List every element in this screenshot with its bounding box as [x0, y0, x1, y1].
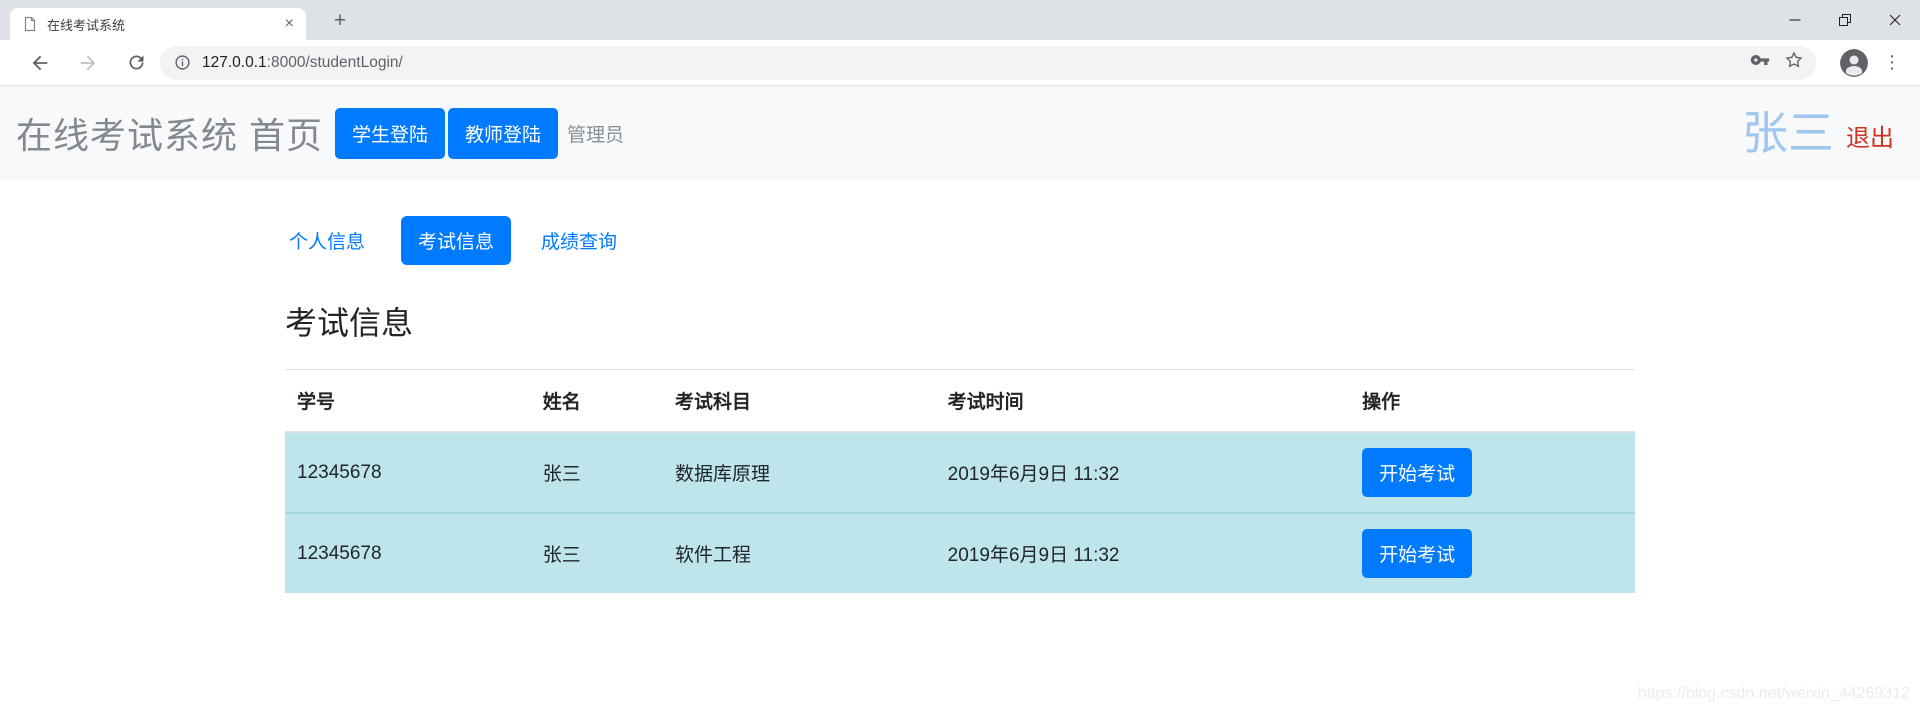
page-title: 考试信息: [285, 305, 414, 341]
table-row: 12345678 张三 数据库原理 2019年6月9日 11:32 开始考试: [285, 432, 1635, 513]
cell-time: 2019年6月9日 11:32: [935, 432, 1351, 513]
teacher-login-button[interactable]: 教师登陆: [448, 107, 559, 159]
col-subject: 考试科目: [662, 369, 936, 433]
student-tabs: 个人信息 考试信息 成绩查询: [285, 180, 1635, 265]
tab-title: 在线考试系统: [47, 17, 126, 33]
start-exam-button[interactable]: 开始考试: [1362, 448, 1473, 497]
new-tab-button[interactable]: +: [326, 7, 354, 35]
current-username: 张三: [1742, 106, 1834, 159]
col-time: 考试时间: [935, 369, 1351, 433]
site-info-icon[interactable]: [174, 54, 191, 71]
url-text[interactable]: 127.0.0.1:8000/studentLogin/: [202, 54, 1750, 72]
bookmark-star-icon[interactable]: [1784, 50, 1804, 75]
student-login-button[interactable]: 学生登陆: [335, 107, 446, 159]
url-host: 127.0.0.1: [202, 53, 267, 71]
col-name: 姓名: [530, 369, 663, 433]
url-path: :8000/studentLogin/: [266, 53, 403, 71]
admin-link[interactable]: 管理员: [567, 120, 624, 147]
window-controls: [1770, 0, 1920, 40]
profile-avatar-icon[interactable]: [1840, 48, 1868, 77]
start-exam-button[interactable]: 开始考试: [1362, 529, 1473, 578]
col-student-id: 学号: [285, 369, 531, 433]
page-icon: [22, 16, 38, 32]
reload-icon[interactable]: [124, 51, 148, 75]
tab-personal-info[interactable]: 个人信息: [285, 216, 381, 265]
window-minimize-button[interactable]: [1770, 0, 1820, 40]
window-close-button[interactable]: [1870, 0, 1920, 40]
cell-student-id: 12345678: [285, 512, 531, 593]
site-header: 在线考试系统 首页 学生登陆 教师登陆 管理员 张三 退出: [0, 86, 1920, 180]
cell-student-id: 12345678: [285, 432, 531, 513]
cell-name: 张三: [530, 432, 663, 513]
col-action: 操作: [1350, 369, 1635, 433]
csdn-watermark: https://blog.csdn.net/weixin_44269312: [1637, 685, 1910, 702]
exam-table: 学号 姓名 考试科目 考试时间 操作 12345678 张三 数据库原理 201…: [285, 369, 1635, 593]
tab-exam-info[interactable]: 考试信息: [401, 216, 512, 265]
window-restore-button[interactable]: [1820, 0, 1870, 40]
tab-strip: 在线考试系统 × +: [0, 0, 1920, 40]
password-key-icon[interactable]: [1750, 50, 1770, 75]
table-row: 12345678 张三 软件工程 2019年6月9日 11:32 开始考试: [285, 512, 1635, 593]
cell-subject: 软件工程: [662, 512, 936, 593]
address-bar[interactable]: 127.0.0.1:8000/studentLogin/: [160, 45, 1816, 80]
page-content: 个人信息 考试信息 成绩查询 考试信息 学号 姓名 考试科目 考试时间 操作 1…: [0, 180, 1920, 709]
tab-score-query[interactable]: 成绩查询: [525, 216, 633, 265]
browser-toolbar: 127.0.0.1:8000/studentLogin/ ⋮: [0, 40, 1920, 86]
back-icon[interactable]: [28, 51, 52, 75]
site-brand: 在线考试系统 首页: [16, 115, 324, 156]
cell-subject: 数据库原理: [662, 432, 936, 513]
logout-link[interactable]: 退出: [1846, 118, 1894, 153]
table-header-row: 学号 姓名 考试科目 考试时间 操作: [285, 369, 1635, 433]
browser-tab[interactable]: 在线考试系统 ×: [10, 8, 306, 40]
tab-close-icon[interactable]: ×: [281, 16, 298, 32]
cell-time: 2019年6月9日 11:32: [935, 512, 1351, 593]
cell-name: 张三: [530, 512, 663, 593]
browser-menu-icon[interactable]: ⋮: [1880, 52, 1904, 73]
forward-icon[interactable]: [76, 51, 100, 75]
